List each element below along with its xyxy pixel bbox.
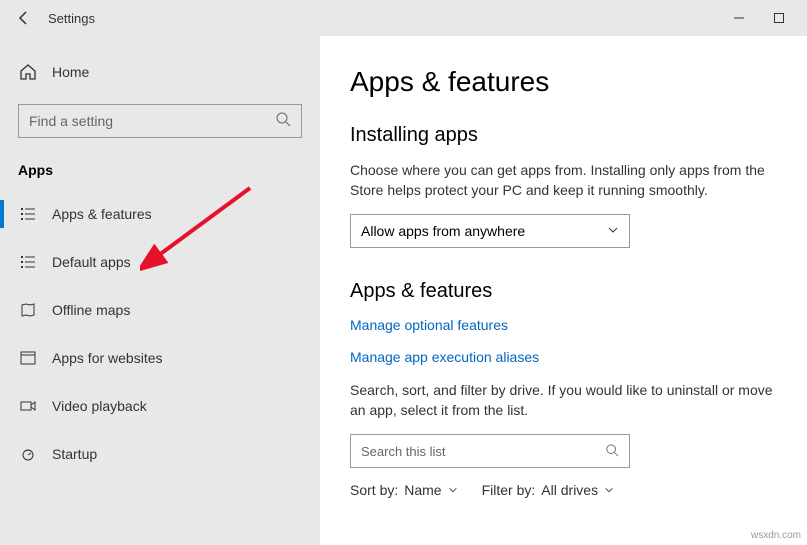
window-controls: [719, 2, 799, 34]
titlebar: Settings: [0, 0, 807, 36]
dropdown-value: Allow apps from anywhere: [361, 223, 525, 239]
chevron-down-icon: [604, 485, 614, 495]
video-icon: [18, 396, 38, 416]
arrow-left-icon: [16, 10, 32, 26]
sidebar-item-label: Video playback: [52, 398, 147, 414]
sidebar: Home Find a setting Apps Apps & features…: [0, 36, 320, 545]
window-title: Settings: [40, 11, 95, 26]
search-list-placeholder: Search this list: [361, 444, 446, 459]
sidebar-section-title: Apps: [0, 138, 320, 190]
sidebar-item-startup[interactable]: Startup: [0, 430, 320, 478]
sidebar-item-apps-features[interactable]: Apps & features: [0, 190, 320, 238]
section-title-installing: Installing apps: [350, 124, 807, 147]
apps-features-description: Search, sort, and filter by drive. If yo…: [350, 381, 807, 420]
sort-by-dropdown[interactable]: Sort by: Name: [350, 482, 458, 498]
install-source-dropdown[interactable]: Allow apps from anywhere: [350, 214, 630, 248]
sidebar-item-offline-maps[interactable]: Offline maps: [0, 286, 320, 334]
link-optional-features[interactable]: Manage optional features: [350, 317, 807, 333]
watermark: wsxdn.com: [751, 530, 801, 541]
chevron-down-icon: [607, 223, 619, 239]
search-input[interactable]: Find a setting: [18, 104, 302, 138]
main-content: Apps & features Installing apps Choose w…: [320, 36, 807, 545]
sidebar-item-label: Default apps: [52, 254, 131, 270]
sidebar-home-label: Home: [52, 64, 89, 80]
website-icon: [18, 348, 38, 368]
search-icon: [605, 443, 619, 460]
maximize-button[interactable]: [759, 2, 799, 34]
home-icon: [18, 62, 38, 82]
startup-icon: [18, 444, 38, 464]
sidebar-item-video-playback[interactable]: Video playback: [0, 382, 320, 430]
minimize-button[interactable]: [719, 2, 759, 34]
sidebar-item-apps-for-websites[interactable]: Apps for websites: [0, 334, 320, 382]
search-icon: [275, 111, 291, 132]
defaults-icon: [18, 252, 38, 272]
sidebar-item-label: Apps & features: [52, 206, 152, 222]
section-title-apps-features: Apps & features: [350, 280, 807, 303]
page-title: Apps & features: [350, 66, 807, 98]
search-list-input[interactable]: Search this list: [350, 434, 630, 468]
back-button[interactable]: [8, 2, 40, 34]
minimize-icon: [734, 13, 744, 23]
link-execution-aliases[interactable]: Manage app execution aliases: [350, 349, 807, 365]
chevron-down-icon: [448, 485, 458, 495]
sidebar-item-home[interactable]: Home: [0, 54, 320, 90]
sidebar-item-label: Startup: [52, 446, 97, 462]
sidebar-item-label: Offline maps: [52, 302, 130, 318]
search-placeholder: Find a setting: [29, 113, 275, 129]
sidebar-item-default-apps[interactable]: Default apps: [0, 238, 320, 286]
sort-filter-row: Sort by: Name Filter by: All drives: [350, 482, 807, 498]
filter-by-dropdown[interactable]: Filter by: All drives: [482, 482, 614, 498]
sidebar-item-label: Apps for websites: [52, 350, 163, 366]
map-icon: [18, 300, 38, 320]
list-icon: [18, 204, 38, 224]
installing-description: Choose where you can get apps from. Inst…: [350, 161, 807, 200]
maximize-icon: [774, 13, 784, 23]
